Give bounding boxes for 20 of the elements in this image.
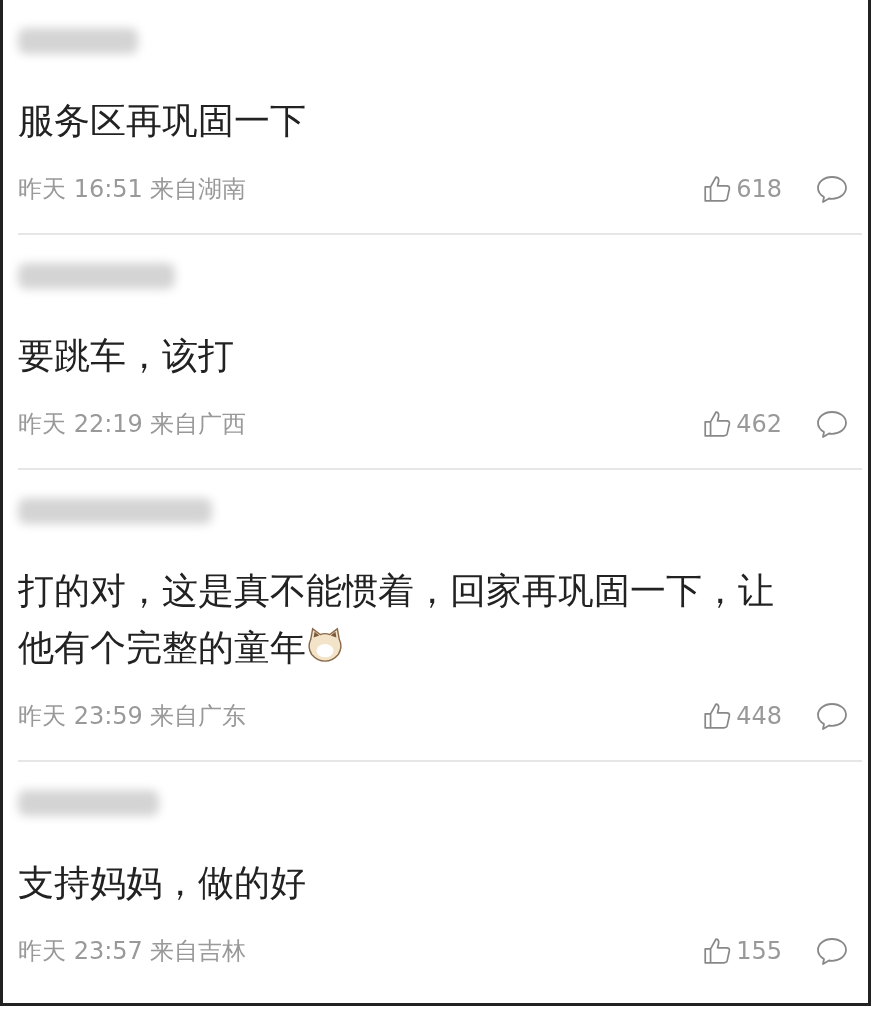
comment-icon[interactable]: [816, 175, 848, 203]
comment-meta: 昨天 22:19 来自广西: [18, 409, 248, 440]
comment-text: 打的对，这是真不能惯着，回家再巩固一下，让他有个完整的童年: [18, 569, 775, 670]
like-button[interactable]: 618: [702, 174, 782, 204]
like-button[interactable]: 448: [702, 701, 782, 731]
thumbs-up-icon: [702, 409, 733, 439]
thumbs-up-icon: [702, 936, 733, 966]
comment-meta: 昨天 16:51 来自湖南: [18, 174, 248, 205]
comment-icon[interactable]: [816, 410, 848, 438]
comment-icon[interactable]: [816, 702, 848, 730]
comment-meta: 昨天 23:59 来自广东: [18, 701, 248, 732]
comment-icon[interactable]: [816, 937, 848, 965]
like-button[interactable]: 462: [702, 409, 782, 439]
like-button[interactable]: 155: [702, 936, 782, 966]
thumbs-up-icon: [702, 701, 733, 731]
comment-meta: 昨天 23:57 来自吉林: [18, 936, 248, 967]
thumbs-up-icon: [702, 174, 733, 204]
comment-text: 服务区再巩固一下: [18, 99, 307, 143]
comment-text: 支持妈妈，做的好: [18, 861, 307, 905]
comment-text: 要跳车，该打: [18, 334, 235, 378]
